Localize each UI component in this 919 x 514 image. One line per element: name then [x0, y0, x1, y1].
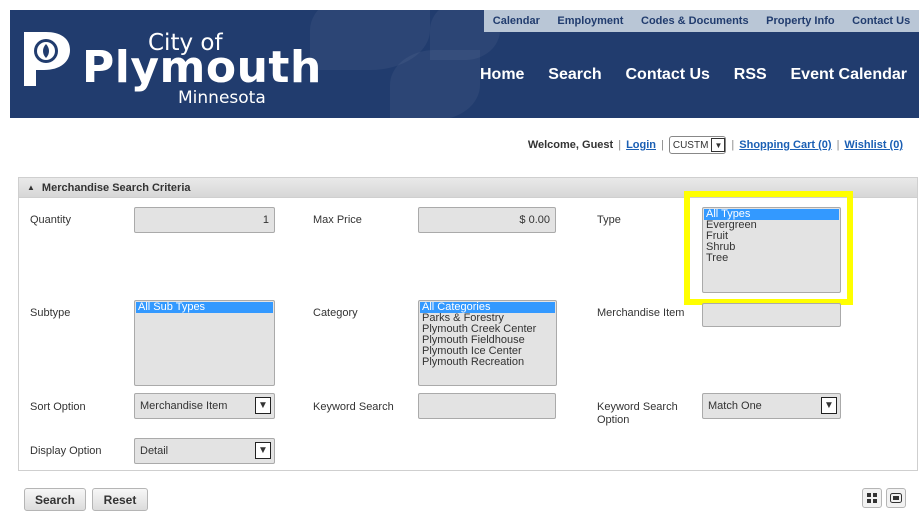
display-option-value: Detail [140, 445, 169, 457]
logo-state: Minnesota [178, 88, 266, 108]
sort-option-value: Merchandise Item [140, 400, 228, 412]
sort-option-label: Sort Option [30, 401, 86, 413]
quantity-label: Quantity [30, 214, 71, 226]
display-option-label: Display Option [30, 445, 102, 457]
top-link-property-info[interactable]: Property Info [766, 15, 834, 27]
keyword-search-input[interactable] [418, 393, 556, 419]
category-label: Category [313, 307, 358, 319]
max-price-label: Max Price [313, 214, 362, 226]
keyword-search-option-label: Keyword Search Option [597, 401, 678, 426]
wishlist-link[interactable]: Wishlist (0) [844, 139, 903, 151]
list-view-icon[interactable] [886, 488, 906, 508]
leaf-decoration [390, 50, 480, 118]
customer-select-value: CUSTM [672, 139, 709, 151]
category-listbox[interactable]: All Categories Parks & Forestry Plymouth… [418, 300, 557, 386]
logo-city-name: Plymouth [82, 42, 322, 93]
chevron-down-icon: ▼ [255, 442, 271, 459]
subtype-label: Subtype [30, 307, 71, 319]
keyword-search-option-select[interactable]: Match One ▼ [702, 393, 841, 419]
max-price-input[interactable]: $ 0.00 [418, 207, 556, 233]
list-icon [890, 493, 902, 503]
divider: | [618, 139, 622, 151]
login-link[interactable]: Login [626, 139, 656, 151]
divider: | [731, 139, 735, 151]
utility-nav: Calendar Employment Codes & Documents Pr… [484, 10, 919, 32]
category-option[interactable]: Plymouth Recreation [420, 357, 555, 368]
grid-view-icon[interactable] [862, 488, 882, 508]
top-link-employment[interactable]: Employment [557, 15, 623, 27]
subtype-option[interactable]: All Sub Types [136, 302, 273, 313]
top-link-contact-us[interactable]: Contact Us [852, 15, 910, 27]
grid-icon [867, 493, 877, 503]
nav-contact-us[interactable]: Contact Us [625, 66, 709, 84]
divider: | [661, 139, 664, 151]
panel-title: Merchandise Search Criteria [41, 181, 191, 194]
welcome-bar: Welcome, Guest | Login | CUSTM ▼ | Shopp… [528, 136, 903, 154]
main-nav: Home Search Contact Us RSS Event Calenda… [480, 66, 919, 84]
keyword-search-label: Keyword Search [313, 401, 394, 413]
collapse-icon[interactable]: ▲ [27, 183, 35, 192]
welcome-greeting: Welcome, Guest [527, 139, 614, 151]
chevron-down-icon: ▼ [255, 397, 271, 414]
quantity-input[interactable]: 1 [134, 207, 275, 233]
chevron-down-icon: ▼ [821, 397, 837, 414]
subtype-listbox[interactable]: All Sub Types [134, 300, 275, 386]
reset-button[interactable]: Reset [92, 488, 148, 511]
display-option-select[interactable]: Detail ▼ [134, 438, 275, 464]
search-button[interactable]: Search [24, 488, 86, 511]
nav-event-calendar[interactable]: Event Calendar [791, 66, 907, 84]
type-label: Type [597, 214, 621, 226]
nav-home[interactable]: Home [480, 66, 524, 84]
top-link-calendar[interactable]: Calendar [493, 15, 540, 27]
merchandise-item-label: Merchandise Item [597, 307, 685, 319]
customer-select[interactable]: CUSTM ▼ [668, 136, 727, 154]
plymouth-logo-icon [24, 32, 70, 86]
divider: | [836, 139, 840, 151]
chevron-down-icon: ▼ [711, 138, 726, 152]
shopping-cart-link[interactable]: Shopping Cart (0) [739, 139, 831, 151]
sort-option-select[interactable]: Merchandise Item ▼ [134, 393, 275, 419]
top-link-codes-documents[interactable]: Codes & Documents [641, 15, 749, 27]
merchandise-item-input[interactable] [702, 303, 841, 327]
keyword-search-option-value: Match One [708, 400, 762, 412]
city-logo[interactable]: City of Plymouth Minnesota [20, 30, 321, 110]
highlight-box [684, 191, 853, 305]
site-header: City of Plymouth Minnesota Calendar Empl… [10, 10, 919, 118]
nav-rss[interactable]: RSS [734, 66, 767, 84]
nav-search[interactable]: Search [548, 66, 601, 84]
